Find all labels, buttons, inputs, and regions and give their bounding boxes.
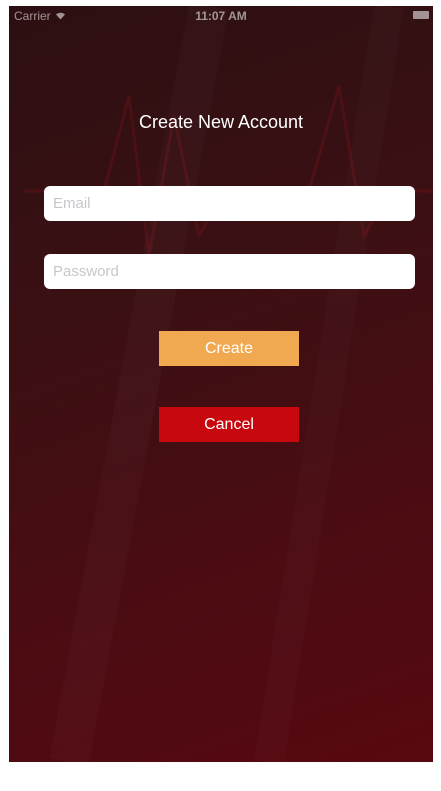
app-screen: Carrier 11:07 AM Create New Account Crea… <box>9 6 433 762</box>
status-time: 11:07 AM <box>195 9 247 23</box>
create-button[interactable]: Create <box>159 331 299 366</box>
email-field[interactable] <box>44 186 415 221</box>
page-title: Create New Account <box>138 112 304 132</box>
cancel-button[interactable]: Cancel <box>159 407 299 442</box>
battery-icon <box>413 11 429 19</box>
password-field[interactable] <box>44 254 415 289</box>
status-bar: Carrier 11:07 AM <box>9 6 433 26</box>
